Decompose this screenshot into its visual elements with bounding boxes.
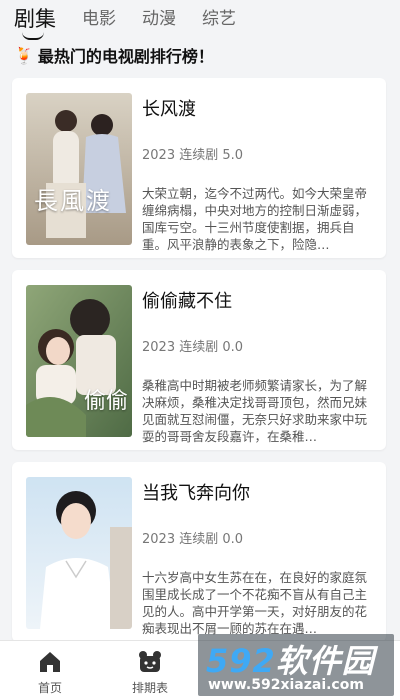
show-title[interactable]: 长风渡 bbox=[142, 95, 196, 121]
watermark-logo-text: 软件园 bbox=[275, 642, 375, 680]
watermark-logo: 592软件园 bbox=[206, 636, 375, 682]
show-poster[interactable]: 偷偷 bbox=[26, 285, 132, 437]
show-meta: 2023 连续剧 5.0 bbox=[142, 148, 244, 163]
show-card[interactable]: 当我飞奔向你 2023 连续剧 0.0 十六岁高中女生苏在在，在良好的家庭氛围里… bbox=[12, 462, 386, 640]
watermark-url: www.592xiazai.com bbox=[208, 677, 364, 693]
show-meta: 2023 连续剧 0.0 bbox=[142, 340, 244, 355]
watermark-logo-number: 592 bbox=[206, 642, 276, 680]
tab-variety[interactable]: 综艺 bbox=[202, 11, 236, 40]
show-description: 桑稚高中时期被老师频繁请家长，为了解决麻烦，桑稚决定找哥哥顶包，然而兄妹见面就互… bbox=[142, 378, 368, 444]
show-meta: 2023 连续剧 0.0 bbox=[142, 532, 244, 547]
tab-movie[interactable]: 电影 bbox=[82, 11, 116, 40]
tab-label: 动漫 bbox=[142, 9, 176, 29]
tab-label: 综艺 bbox=[202, 9, 236, 29]
poster-title: 長風渡 bbox=[34, 187, 112, 215]
tab-anime[interactable]: 动漫 bbox=[142, 11, 176, 40]
nav-schedule[interactable]: 排期表 bbox=[100, 641, 200, 700]
tab-drama[interactable]: 剧集 bbox=[14, 9, 56, 40]
show-title[interactable]: 当我飞奔向你 bbox=[142, 479, 250, 505]
show-description: 十六岁高中女生苏在在，在良好的家庭氛围里成长成了一个不花痴不盲从有自己主见的人。… bbox=[142, 570, 368, 636]
category-tabs: 剧集 电影 动漫 综艺 bbox=[0, 0, 400, 40]
show-description: 大荣立朝，迄今不过两代。如今大荣皇帝缠绵病榻，中央对地方的控制日渐虚弱，国库亏空… bbox=[142, 186, 368, 252]
tab-label: 电影 bbox=[82, 9, 116, 29]
schedule-icon bbox=[139, 651, 161, 672]
poster-title: 偷偷 bbox=[84, 389, 129, 414]
ranking-heading: 🍹 最热门的电视剧排行榜！ bbox=[14, 42, 214, 68]
ranking-title: 最热门的电视剧排行榜！ bbox=[37, 47, 214, 66]
show-list[interactable]: 長風渡 长风渡 2023 连续剧 5.0 大荣立朝，迄今不过两代。如今大荣皇帝缠… bbox=[0, 74, 400, 640]
show-title[interactable]: 偷偷藏不住 bbox=[142, 287, 232, 313]
nav-home-label: 首页 bbox=[37, 681, 62, 695]
show-card[interactable]: 偷偷 偷偷藏不住 2023 连续剧 0.0 桑稚高中时期被老师频繁请家长，为了解… bbox=[12, 270, 386, 450]
nav-schedule-label: 排期表 bbox=[131, 681, 168, 695]
home-icon bbox=[40, 652, 60, 672]
cocktail-icon: 🍹 bbox=[14, 45, 34, 65]
active-tab-indicator bbox=[22, 32, 44, 40]
show-poster[interactable] bbox=[26, 477, 132, 629]
show-poster[interactable]: 長風渡 bbox=[26, 93, 132, 245]
show-card[interactable]: 長風渡 长风渡 2023 连续剧 5.0 大荣立朝，迄今不过两代。如今大荣皇帝缠… bbox=[12, 78, 386, 258]
nav-home[interactable]: 首页 bbox=[0, 641, 100, 700]
tab-label: 剧集 bbox=[14, 7, 56, 31]
site-watermark: 592软件园 www.592xiazai.com bbox=[198, 634, 394, 696]
